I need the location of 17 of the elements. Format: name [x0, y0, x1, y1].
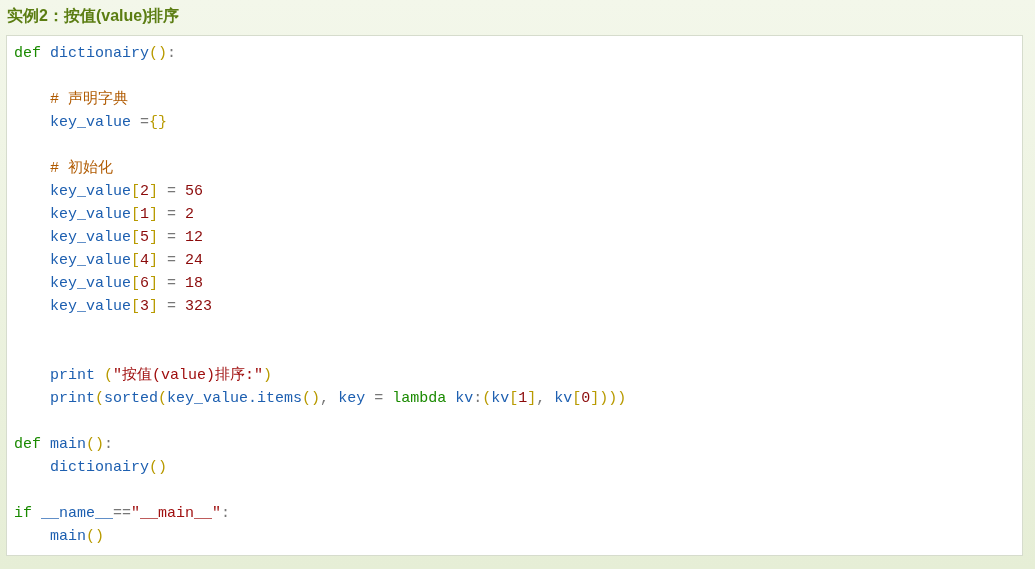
code-line: key_value ={} [49, 114, 168, 131]
code-line: key_value[2] = 56 [49, 183, 204, 200]
code-line: key_value[4] = 24 [49, 252, 204, 269]
example-title: 实例2：按值(value)排序 [7, 6, 180, 26]
code-line: key_value[5] = 12 [49, 229, 204, 246]
code-line: key_value[3] = 323 [49, 298, 213, 315]
code-line: print(sorted(key_value.items(), key = lambda kv:(kv[1], kv[0]))) [49, 390, 627, 407]
code-line: main() [49, 528, 105, 545]
code-line: if __name__=="__main__": [14, 505, 231, 522]
code-line: # 初始化 [49, 158, 113, 177]
code-line: dictionairy() [49, 459, 168, 476]
code-line: key_value[1] = 2 [49, 206, 195, 223]
code-line: # 声明字典 [49, 89, 128, 108]
code-line: def main(): [14, 436, 114, 453]
code-line: print ("按值(value)排序:") [49, 365, 273, 384]
code-line: key_value[6] = 18 [49, 275, 204, 292]
code-line: def dictionairy(): [14, 45, 177, 62]
